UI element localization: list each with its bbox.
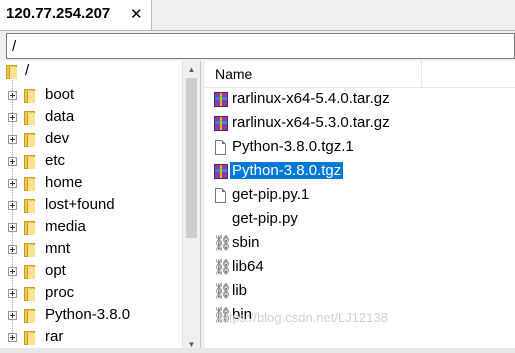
expand-icon[interactable] [8, 157, 17, 166]
path-input[interactable] [7, 34, 514, 58]
tree-item[interactable]: boot [0, 85, 180, 107]
file-row[interactable]: Python-3.8.0.tgz.1 [205, 137, 515, 159]
file-name: sbin [232, 234, 260, 251]
tab-title: 120.77.254.207 [6, 5, 111, 22]
folder-tree: / boot data dev etc home lost+found medi… [0, 61, 201, 353]
expand-icon[interactable] [8, 333, 17, 342]
file-name: Python-3.8.0.tgz.1 [232, 138, 354, 155]
tree-scrollbar[interactable]: ▲ ▼ [182, 61, 200, 353]
folder-icon [24, 221, 35, 235]
tree-item-label: boot [45, 86, 75, 103]
file-name: get-pip.py.1 [232, 186, 310, 203]
expand-icon[interactable] [8, 267, 17, 276]
file-name: rarlinux-x64-5.4.0.tar.gz [232, 90, 390, 107]
expand-icon[interactable] [8, 91, 17, 100]
folder-icon [24, 199, 35, 213]
column-name-header[interactable]: Name [215, 66, 252, 82]
watermark: https://blog.csdn.net/LJ12138 [218, 310, 388, 325]
tab-server[interactable]: 120.77.254.207 ✕ [0, 0, 152, 30]
expand-icon[interactable] [8, 245, 17, 254]
tree-item[interactable]: etc [0, 151, 180, 173]
tree-item-label: lost+found [45, 196, 115, 213]
tree-item[interactable]: Python-3.8.0 [0, 305, 180, 327]
tree-item-label: Python-3.8.0 [45, 306, 131, 323]
expand-icon[interactable] [8, 113, 17, 122]
tree-root[interactable]: / [0, 61, 180, 83]
document-icon [215, 188, 226, 203]
tab-bar: 120.77.254.207 ✕ [0, 0, 515, 31]
tree-item-label: rar [45, 328, 64, 345]
tree-item[interactable]: rar [0, 327, 180, 349]
tree-item-label: etc [45, 152, 66, 169]
close-icon[interactable]: ✕ [130, 5, 143, 23]
link-icon: ⛓ [213, 258, 233, 276]
expand-icon[interactable] [8, 289, 17, 298]
expand-icon[interactable] [8, 311, 17, 320]
tree-item[interactable]: media [0, 217, 180, 239]
file-row[interactable]: ⛓ lib [205, 281, 515, 303]
tree-item[interactable]: opt [0, 261, 180, 283]
file-row-selected[interactable]: Python-3.8.0.tgz [205, 161, 515, 183]
path-bar [6, 33, 515, 59]
folder-icon [24, 111, 35, 125]
expand-icon[interactable] [8, 223, 17, 232]
file-row[interactable]: ⛓ lib64 [205, 257, 515, 279]
tree-item[interactable]: lost+found [0, 195, 180, 217]
folder-icon [24, 287, 35, 301]
file-row[interactable]: rarlinux-x64-5.4.0.tar.gz [205, 89, 515, 111]
folder-icon [24, 309, 35, 323]
expand-icon[interactable] [8, 135, 17, 144]
tree-item[interactable]: mnt [0, 239, 180, 261]
document-icon [215, 140, 226, 155]
tree-item[interactable]: home [0, 173, 180, 195]
scrollbar-thumb[interactable] [186, 78, 197, 238]
file-row[interactable]: ⛓ sbin [205, 233, 515, 255]
tree-root-label: / [25, 62, 30, 79]
folder-icon [24, 265, 35, 279]
column-header: Name [205, 61, 515, 88]
file-row[interactable]: rarlinux-x64-5.3.0.tar.gz [205, 113, 515, 135]
folder-icon [24, 331, 35, 345]
expand-icon[interactable] [8, 201, 17, 210]
file-row[interactable]: get-pip.py [205, 209, 515, 231]
scroll-up-icon[interactable]: ▲ [183, 61, 200, 78]
tree-item[interactable]: dev [0, 129, 180, 151]
folder-icon [24, 133, 35, 147]
link-icon: ⛓ [213, 234, 233, 252]
folder-icon [24, 155, 35, 169]
expand-icon[interactable] [8, 179, 17, 188]
folder-icon [24, 243, 35, 257]
rar-archive-icon [214, 116, 228, 131]
folder-icon [24, 89, 35, 103]
tree-item[interactable]: proc [0, 283, 180, 305]
tree-item-label: dev [45, 130, 70, 147]
tree-item-label: media [45, 218, 86, 235]
rar-archive-icon [214, 92, 228, 107]
file-name: Python-3.8.0.tgz [230, 162, 344, 179]
file-name: lib [232, 282, 248, 299]
column-divider[interactable] [421, 61, 422, 87]
file-row[interactable]: get-pip.py.1 [205, 185, 515, 207]
tree-item-label: mnt [45, 240, 71, 257]
tree-item[interactable]: data [0, 107, 180, 129]
tree-item-label: home [45, 174, 83, 191]
tree-item-label: opt [45, 262, 66, 279]
file-name: lib64 [232, 258, 264, 275]
rar-archive-icon [214, 164, 228, 179]
folder-icon [24, 177, 35, 191]
file-name: rarlinux-x64-5.3.0.tar.gz [232, 114, 390, 131]
tree-item-label: proc [45, 284, 75, 301]
horizontal-scrollbar[interactable] [0, 348, 515, 353]
file-name: get-pip.py [232, 210, 298, 227]
folder-icon [6, 65, 17, 79]
tree-item-label: data [45, 108, 75, 125]
link-icon: ⛓ [213, 282, 233, 300]
